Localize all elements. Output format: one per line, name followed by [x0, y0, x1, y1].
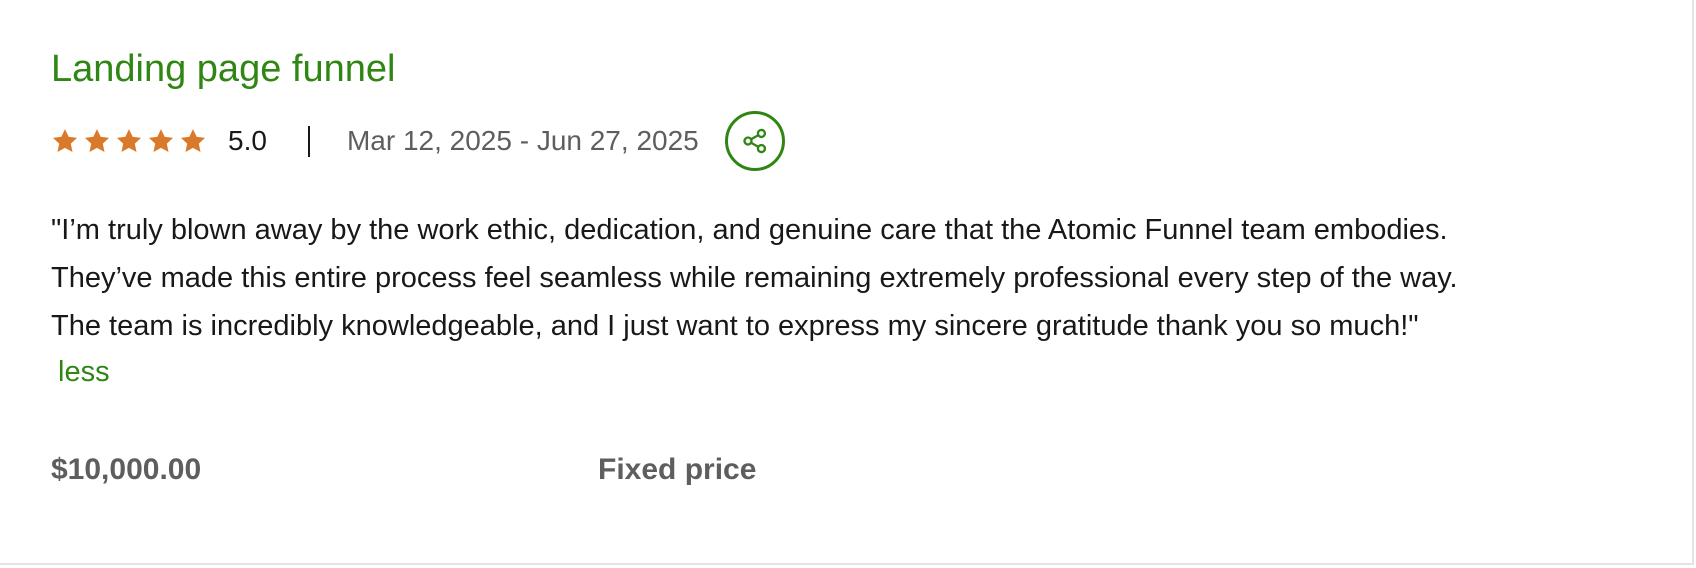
meta-row: 5.0 Mar 12, 2025 - Jun 27, 2025 — [51, 108, 785, 174]
review-line: The team is incredibly knowledgeable, an… — [51, 310, 1419, 342]
review-text: "I’m truly blown away by the work ethic,… — [51, 206, 1651, 350]
star-icon — [52, 129, 78, 152]
star-icon — [148, 129, 174, 152]
job-title-link[interactable]: Landing page funnel — [51, 44, 395, 94]
star-rating — [51, 127, 207, 155]
show-less-link[interactable]: less — [58, 352, 110, 392]
star-icon — [180, 129, 206, 152]
star-icon — [84, 129, 110, 152]
star-icon — [116, 129, 142, 152]
date-range: Mar 12, 2025 - Jun 27, 2025 — [346, 125, 699, 156]
share-button[interactable] — [724, 111, 785, 171]
review-line: "I’m truly blown away by the work ethic,… — [51, 214, 1448, 246]
share-icon — [743, 128, 766, 154]
rating-value: 5.0 — [228, 125, 267, 156]
review-line: They’ve made this entire process feel se… — [51, 262, 1458, 294]
price-amount: $10,000.00 — [51, 453, 202, 486]
work-history-card: Landing page funnel 5.0 Mar 12, 2025 - J… — [0, 0, 1694, 565]
price-type: Fixed price — [598, 453, 757, 486]
meta-divider — [307, 125, 310, 157]
